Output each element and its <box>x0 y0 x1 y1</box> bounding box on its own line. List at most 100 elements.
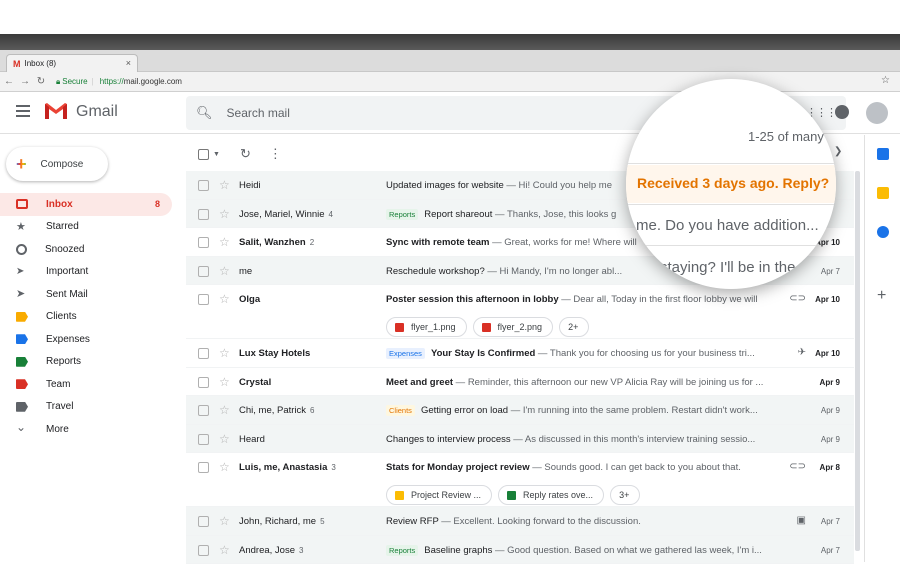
sidebar-item-travel[interactable]: Travel <box>0 396 172 419</box>
attachment-chip[interactable]: Project Review ... <box>386 485 492 505</box>
star-icon[interactable]: ☆ <box>219 235 230 249</box>
row-checkbox[interactable] <box>198 294 209 305</box>
sidebar-item-snoozed[interactable]: Snoozed <box>0 238 172 261</box>
email-row[interactable]: ☆John, Richard, me5Review RFP — Excellen… <box>186 507 854 536</box>
tab-close-icon[interactable]: × <box>126 58 131 68</box>
label-badge[interactable]: Clients <box>386 405 415 416</box>
sidebar-item-expenses[interactable]: Expenses <box>0 328 172 351</box>
bookmark-star-icon[interactable]: ☆ <box>881 75 890 86</box>
forward-icon[interactable]: → <box>18 76 32 87</box>
sidebar-item-reports[interactable]: Reports <box>0 351 172 374</box>
sidebar-item-clients[interactable]: Clients <box>0 306 172 329</box>
attachment-chip[interactable]: 3+ <box>610 485 640 505</box>
snippet: — Hi Mandy, I'm no longer abl... <box>485 266 622 277</box>
row-checkbox[interactable] <box>198 405 209 416</box>
star-icon[interactable]: ☆ <box>219 514 230 528</box>
subject: Meet and greet <box>386 377 453 388</box>
sidebar-item-more[interactable]: ⌄More <box>0 418 172 441</box>
attachment-chip[interactable]: flyer_2.png <box>473 317 554 337</box>
star-icon[interactable]: ☆ <box>219 432 230 446</box>
main-menu-icon[interactable] <box>16 105 30 117</box>
lens-snippet-2: staying? I'll be in the <box>660 259 795 276</box>
email-row[interactable]: ☆Lux Stay HotelsExpensesYour Stay Is Con… <box>186 339 854 368</box>
thread-count: 2 <box>310 238 314 247</box>
row-checkbox[interactable] <box>198 237 209 248</box>
star-icon[interactable]: ☆ <box>219 292 230 306</box>
star-icon[interactable]: ☆ <box>219 346 230 360</box>
sidebar-item-label: Starred <box>46 221 79 232</box>
sidebar-item-inbox[interactable]: Inbox8 <box>0 193 172 216</box>
select-all-checkbox[interactable] <box>198 149 209 160</box>
email-row[interactable]: ☆OlgaPoster session this afternoon in lo… <box>186 285 854 339</box>
thread-count: 3 <box>331 463 335 472</box>
gmail-favicon-icon: M <box>13 59 21 69</box>
label-badge[interactable]: Reports <box>386 545 418 556</box>
email-row[interactable]: ☆Chi, me, Patrick6ClientsGetting error o… <box>186 396 854 425</box>
attachment-chip[interactable]: Reply rates ove... <box>498 485 604 505</box>
row-checkbox[interactable] <box>198 209 209 220</box>
star-icon[interactable]: ☆ <box>219 543 230 557</box>
row-checkbox[interactable] <box>198 434 209 445</box>
email-row[interactable]: ☆HeardChanges to interview process — As … <box>186 425 854 454</box>
email-preview: ReportsBaseline graphs — Good question. … <box>386 545 780 556</box>
email-row[interactable]: ☆Andrea, Jose3ReportsBaseline graphs — G… <box>186 536 854 564</box>
date: Apr 10 <box>815 295 840 304</box>
row-checkbox[interactable] <box>198 348 209 359</box>
keep-icon[interactable] <box>877 187 889 199</box>
subject: Poster session this afternoon in lobby <box>386 294 559 305</box>
sidebar-item-important[interactable]: ➤Important <box>0 261 172 284</box>
sidebar-item-label: Important <box>46 266 88 277</box>
send-icon: ➤ <box>16 289 28 299</box>
row-checkbox[interactable] <box>198 462 209 473</box>
sidebar: Inbox8 ★ Starred Snoozed➤Important ➤ Sent Mai… <box>0 193 172 441</box>
label-badge[interactable]: Expenses <box>386 348 425 359</box>
email-preview: Poster session this afternoon in lobby —… <box>386 294 780 305</box>
attachment-chip[interactable]: flyer_1.png <box>386 317 467 337</box>
star-icon[interactable]: ☆ <box>219 375 230 389</box>
reply-nudge[interactable]: Received 3 days ago. Reply? <box>626 165 836 203</box>
sidebar-item-label: Sent Mail <box>46 289 88 300</box>
label-badge[interactable]: Reports <box>386 209 418 220</box>
calendar-icon[interactable] <box>877 148 889 160</box>
star-icon[interactable]: ☆ <box>219 207 230 221</box>
star-icon[interactable]: ☆ <box>219 264 230 278</box>
avatar[interactable] <box>866 102 888 124</box>
row-checkbox[interactable] <box>198 180 209 191</box>
notifications-icon[interactable] <box>835 105 849 119</box>
star-icon: ★ <box>16 222 28 232</box>
tasks-icon[interactable] <box>877 226 889 238</box>
compose-button[interactable]: + Compose <box>6 147 108 181</box>
star-icon[interactable]: ☆ <box>219 460 230 474</box>
date: Apr 7 <box>821 267 840 276</box>
email-preview: Changes to interview process — As discus… <box>386 434 780 445</box>
attachment-chips: Project Review ... Reply rates ove... 3+ <box>386 485 646 505</box>
browser-tab[interactable]: M Inbox (8) × <box>6 54 138 72</box>
search-icon[interactable]: 🔍︎ <box>196 105 213 121</box>
add-addon-icon[interactable]: + <box>877 287 886 305</box>
chevron-down-icon: ⌄ <box>16 424 28 434</box>
url-field[interactable]: https://mail.google.com <box>100 77 182 86</box>
row-checkbox[interactable] <box>198 545 209 556</box>
star-icon[interactable]: ☆ <box>219 178 230 192</box>
snippet: — Thank you for choosing us for your bus… <box>535 348 754 359</box>
gmail-logo-icon[interactable] <box>44 102 68 120</box>
email-row[interactable]: ☆CrystalMeet and greet — Reminder, this … <box>186 368 854 397</box>
row-checkbox[interactable] <box>198 266 209 277</box>
refresh-icon[interactable]: ↻ <box>240 146 251 162</box>
scrollbar[interactable] <box>855 171 860 551</box>
star-icon[interactable]: ☆ <box>219 403 230 417</box>
reload-icon[interactable]: ↻ <box>34 76 48 87</box>
attachment-chip[interactable]: 2+ <box>559 317 589 337</box>
snippet: — Thanks, Jose, this looks g <box>492 209 616 220</box>
subject: Changes to interview process <box>386 434 511 445</box>
select-dropdown-icon[interactable]: ▼ <box>213 151 220 158</box>
row-checkbox[interactable] <box>198 377 209 388</box>
row-checkbox[interactable] <box>198 516 209 527</box>
back-icon[interactable]: ← <box>2 76 16 87</box>
email-row[interactable]: ☆Luis, me, Anastasia3Stats for Monday pr… <box>186 453 854 507</box>
sidebar-item-team[interactable]: Team <box>0 373 172 396</box>
sidebar-item-starred[interactable]: ★ Starred <box>0 216 172 239</box>
sidebar-item-sent-mail[interactable]: ➤ Sent Mail <box>0 283 172 306</box>
more-actions-icon[interactable]: ⋮ <box>269 146 282 162</box>
next-page-icon[interactable]: ❯ <box>834 146 842 157</box>
